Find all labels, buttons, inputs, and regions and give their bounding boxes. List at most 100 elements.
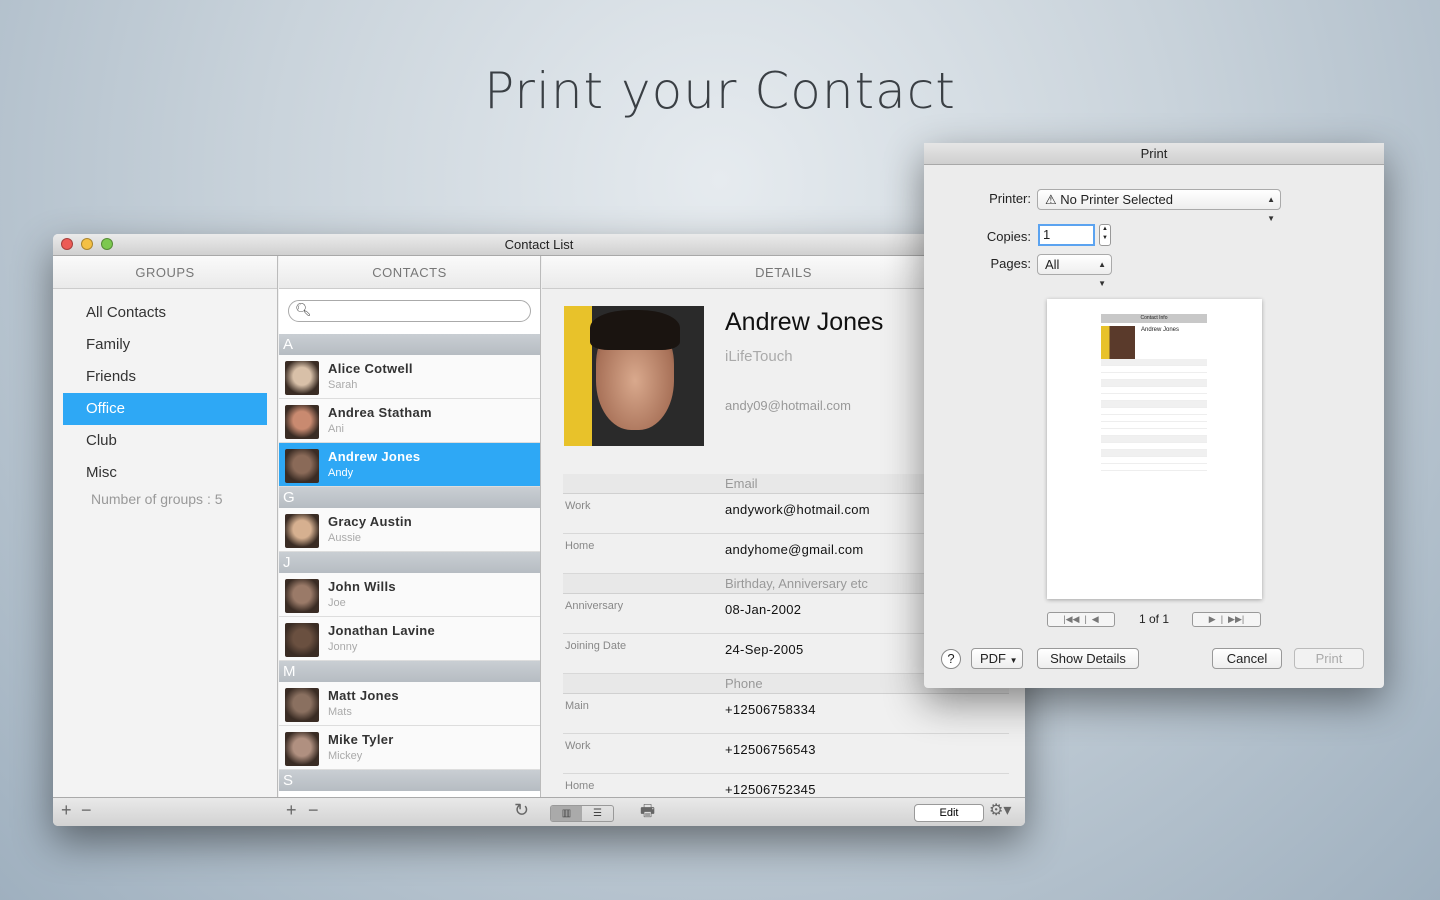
field-value[interactable]: +12506752345 bbox=[725, 782, 816, 797]
preview-line bbox=[1101, 457, 1207, 464]
field-label: Work bbox=[565, 740, 591, 752]
remove-group-button[interactable]: − bbox=[81, 800, 92, 821]
section-header: M bbox=[279, 661, 540, 682]
field-value[interactable]: andyhome@gmail.com bbox=[725, 542, 864, 557]
detail-view-icon[interactable]: ☰ bbox=[582, 806, 613, 821]
section-header: G bbox=[279, 487, 540, 508]
contact-email[interactable]: andy09@hotmail.com bbox=[725, 398, 851, 413]
field-value[interactable]: andywork@hotmail.com bbox=[725, 502, 870, 517]
contact-row[interactable]: Andrew Jones Andy bbox=[279, 443, 540, 487]
print-title: Print bbox=[924, 143, 1384, 165]
contact-nickname: Sarah bbox=[328, 379, 358, 391]
contact-name: Alice Cotwell bbox=[328, 361, 413, 376]
group-item[interactable]: Family bbox=[63, 329, 267, 361]
preview-line bbox=[1101, 464, 1207, 471]
preview-line bbox=[1101, 429, 1207, 436]
contact-name: Jonathan Lavine bbox=[328, 623, 436, 638]
contact-company: iLifeTouch bbox=[725, 348, 793, 365]
view-toggle[interactable]: ▥ ☰ bbox=[550, 805, 614, 822]
section-header: S bbox=[279, 770, 540, 791]
show-details-button[interactable]: Show Details bbox=[1037, 648, 1139, 669]
refresh-icon[interactable]: ↻ bbox=[514, 800, 529, 821]
contact-row[interactable]: Jonathan Lavine Jonny bbox=[279, 617, 540, 661]
preview-line bbox=[1101, 450, 1207, 457]
search-input[interactable]: 🔍︎ bbox=[288, 300, 531, 322]
field-value[interactable]: +12506756543 bbox=[725, 742, 816, 757]
edit-button[interactable]: Edit bbox=[914, 804, 984, 822]
zoom-button[interactable] bbox=[101, 238, 113, 250]
preview-line bbox=[1101, 415, 1207, 422]
contact-row[interactable]: Matt Jones Mats bbox=[279, 682, 540, 726]
pdf-label: PDF bbox=[980, 651, 1006, 666]
printer-icon[interactable]: 🖶 bbox=[640, 800, 655, 826]
avatar bbox=[285, 579, 319, 613]
pdf-button[interactable]: PDF ▼ bbox=[971, 648, 1023, 669]
field-label: Joining Date bbox=[565, 640, 627, 652]
next-last-page-buttons[interactable]: ▶ | ▶▶| bbox=[1192, 612, 1261, 627]
group-item[interactable]: Office bbox=[63, 393, 267, 425]
contacts-header: CONTACTS bbox=[279, 256, 540, 289]
window-title: Contact List bbox=[504, 237, 574, 252]
contact-name: Gracy Austin bbox=[328, 514, 413, 529]
copies-stepper[interactable]: ▲ ▼ bbox=[1099, 224, 1111, 246]
group-item[interactable]: All Contacts bbox=[63, 297, 267, 329]
contact-nickname: Joe bbox=[328, 597, 346, 609]
field-label: Anniversary bbox=[565, 600, 624, 612]
preview-line bbox=[1101, 394, 1207, 401]
field-value[interactable]: +12506758334 bbox=[725, 702, 816, 717]
minimize-button[interactable] bbox=[81, 238, 93, 250]
add-group-button[interactable]: + bbox=[61, 800, 72, 821]
search-icon: 🔍︎ bbox=[295, 302, 312, 317]
field-value[interactable]: 08-Jan-2002 bbox=[725, 602, 801, 617]
contact-name: Matt Jones bbox=[328, 688, 399, 703]
contact-name: Mike Tyler bbox=[328, 732, 394, 747]
groups-count: Number of groups : 5 bbox=[91, 491, 223, 507]
pages-select[interactable]: All ▲ ▼ bbox=[1037, 254, 1112, 288]
contact-nickname: Jonny bbox=[328, 641, 358, 653]
headline: Print your Contact bbox=[484, 62, 956, 120]
group-item[interactable]: Friends bbox=[63, 361, 267, 393]
printer-select[interactable]: ⚠ No Printer Selected ▲ ▼ bbox=[1037, 189, 1281, 223]
contact-row[interactable]: Andrea Statham Ani bbox=[279, 399, 540, 443]
contact-nickname: Mickey bbox=[328, 750, 363, 762]
contacts-column: CONTACTS 🔍︎ A Alice Cotwell Sarah Andrea St… bbox=[279, 256, 541, 797]
avatar bbox=[285, 514, 319, 548]
group-item[interactable]: Misc bbox=[63, 457, 267, 489]
contact-name: Andrea Statham bbox=[328, 405, 432, 420]
contact-name: Andrew Jones bbox=[725, 308, 884, 336]
list-view-icon[interactable]: ▥ bbox=[551, 806, 582, 821]
field-value[interactable]: 24-Sep-2005 bbox=[725, 642, 803, 657]
remove-contact-button[interactable]: − bbox=[308, 800, 319, 821]
contact-nickname: Mats bbox=[328, 706, 352, 718]
section-header: A bbox=[279, 334, 540, 355]
copies-input[interactable]: 1 bbox=[1038, 224, 1095, 246]
warning-icon: ⚠ bbox=[1045, 192, 1061, 207]
avatar bbox=[285, 361, 319, 395]
groups-header: GROUPS bbox=[53, 256, 277, 289]
preview-line bbox=[1101, 366, 1207, 373]
printer-value: No Printer Selected bbox=[1060, 192, 1174, 207]
contact-row[interactable]: Gracy Austin Aussie bbox=[279, 508, 540, 552]
title-bar: Contact List bbox=[53, 234, 1025, 256]
group-item[interactable]: Club bbox=[63, 425, 267, 457]
contact-row[interactable]: John Wills Joe bbox=[279, 573, 540, 617]
printer-label: Printer: bbox=[989, 191, 1031, 206]
contact-name: Andrew Jones bbox=[328, 449, 421, 464]
avatar bbox=[285, 688, 319, 722]
contact-row[interactable]: Alice Cotwell Sarah bbox=[279, 355, 540, 399]
field-label: Home bbox=[565, 540, 595, 552]
preview-line bbox=[1101, 380, 1207, 387]
gear-icon[interactable]: ⚙▾ bbox=[989, 800, 1011, 820]
print-button[interactable]: Print bbox=[1294, 648, 1364, 669]
preview-line bbox=[1101, 443, 1207, 450]
first-prev-page-buttons[interactable]: |◀◀ | ◀ bbox=[1047, 612, 1115, 627]
field-label: Main bbox=[565, 700, 589, 712]
close-button[interactable] bbox=[61, 238, 73, 250]
avatar bbox=[285, 623, 319, 657]
help-button[interactable]: ? bbox=[941, 649, 961, 669]
avatar bbox=[285, 449, 319, 483]
contact-row[interactable]: Mike Tyler Mickey bbox=[279, 726, 540, 770]
pages-value: All bbox=[1045, 257, 1060, 272]
cancel-button[interactable]: Cancel bbox=[1212, 648, 1282, 669]
add-contact-button[interactable]: + bbox=[286, 800, 297, 821]
